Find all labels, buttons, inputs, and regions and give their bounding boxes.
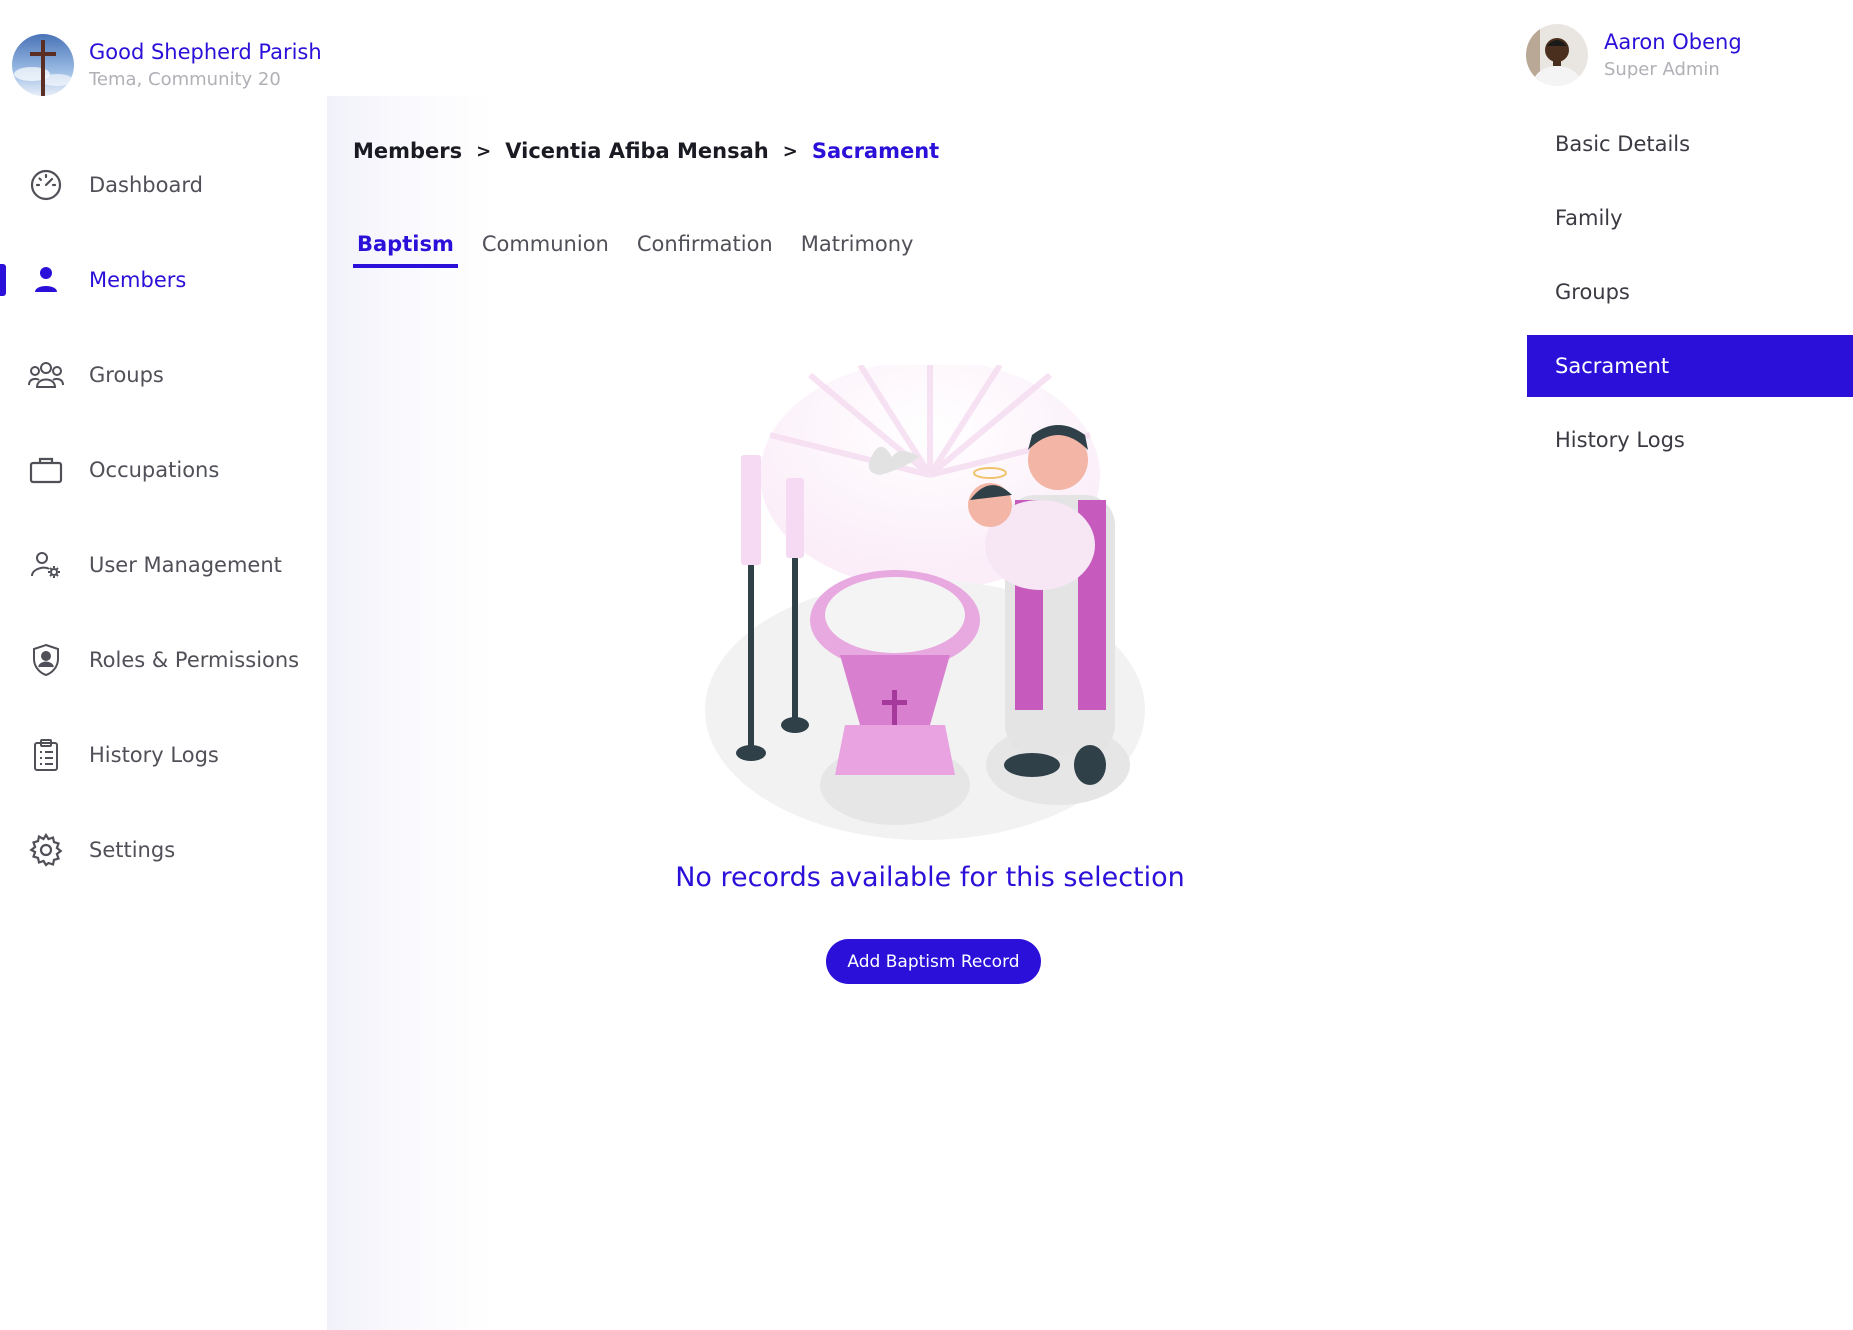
sidebar-item-occupations[interactable]: Occupations <box>0 422 327 517</box>
briefcase-icon <box>28 452 64 488</box>
sidebar-item-label: Occupations <box>89 457 220 482</box>
tab-confirmation[interactable]: Confirmation <box>633 228 777 268</box>
user-profile[interactable]: Aaron Obeng Super Admin <box>1526 24 1742 86</box>
gear-icon <box>28 832 64 868</box>
baptism-illustration <box>680 360 1180 845</box>
section-history-logs[interactable]: History Logs <box>1527 403 1853 477</box>
person-icon <box>28 262 64 298</box>
group-icon <box>28 357 64 393</box>
sidebar-item-label: Settings <box>89 837 176 862</box>
sidebar-item-label: Members <box>89 267 187 292</box>
sidebar-item-label: User Management <box>89 552 282 577</box>
user-role: Super Admin <box>1604 59 1720 81</box>
member-section-nav: Basic Details Family Groups Sacrament Hi… <box>1527 107 1853 477</box>
tab-communion[interactable]: Communion <box>478 228 613 268</box>
org-header: Good Shepherd Parish Tema, Community 20 <box>12 34 322 96</box>
sidebar-item-label: History Logs <box>89 742 219 767</box>
sidebar: Dashboard Members Groups Occupations Use… <box>0 137 327 897</box>
empty-state-message: No records available for this selection <box>675 862 1185 893</box>
section-family[interactable]: Family <box>1527 181 1853 255</box>
breadcrumb-separator: > <box>476 140 492 162</box>
breadcrumb: Members > Vicentia Afiba Mensah > Sacram… <box>353 139 939 163</box>
dashboard-gauge-icon <box>28 167 64 203</box>
breadcrumb-member-link[interactable]: Vicentia Afiba Mensah <box>505 139 768 163</box>
breadcrumb-members-link[interactable]: Members <box>353 139 462 163</box>
sidebar-item-roles-permissions[interactable]: Roles & Permissions <box>0 612 327 707</box>
section-groups[interactable]: Groups <box>1527 255 1853 329</box>
add-baptism-record-button[interactable]: Add Baptism Record <box>826 939 1041 984</box>
sidebar-item-settings[interactable]: Settings <box>0 802 327 897</box>
sidebar-item-user-management[interactable]: User Management <box>0 517 327 612</box>
sidebar-item-history-logs[interactable]: History Logs <box>0 707 327 802</box>
avatar[interactable] <box>1526 24 1588 86</box>
org-name: Good Shepherd Parish <box>89 39 322 64</box>
sidebar-item-label: Groups <box>89 362 164 387</box>
org-location: Tema, Community 20 <box>89 69 281 91</box>
breadcrumb-separator: > <box>782 140 798 162</box>
clipboard-list-icon <box>28 737 64 773</box>
user-name: Aaron Obeng <box>1604 29 1742 54</box>
org-logo <box>12 34 74 96</box>
section-basic-details[interactable]: Basic Details <box>1527 107 1853 181</box>
tab-baptism[interactable]: Baptism <box>353 228 458 268</box>
sidebar-item-label: Dashboard <box>89 172 203 197</box>
sidebar-item-dashboard[interactable]: Dashboard <box>0 137 327 232</box>
breadcrumb-current: Sacrament <box>811 139 940 163</box>
shield-user-icon <box>28 642 64 678</box>
sidebar-item-members[interactable]: Members <box>0 232 327 327</box>
sacrament-tabs: Baptism Communion Confirmation Matrimony <box>353 228 937 268</box>
section-sacrament[interactable]: Sacrament <box>1527 335 1853 397</box>
sidebar-item-label: Roles & Permissions <box>89 647 300 672</box>
user-gear-icon <box>28 547 64 583</box>
sidebar-item-groups[interactable]: Groups <box>0 327 327 422</box>
tab-matrimony[interactable]: Matrimony <box>797 228 918 268</box>
